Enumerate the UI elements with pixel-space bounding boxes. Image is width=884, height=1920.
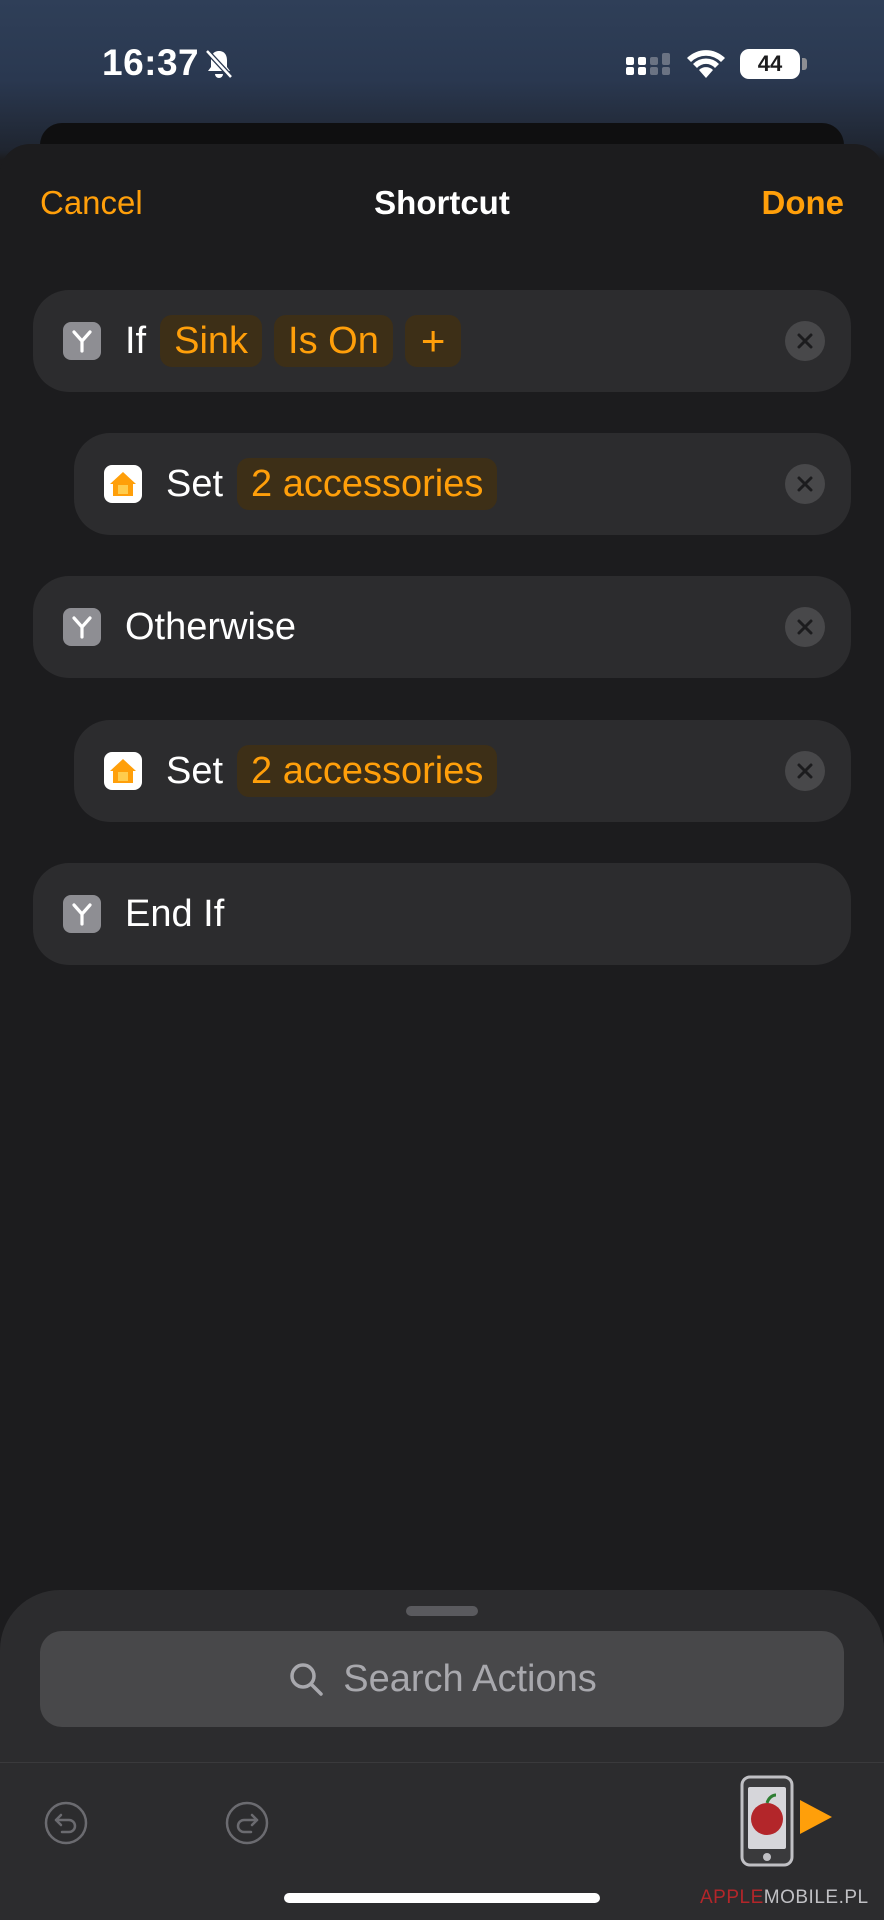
battery-icon: 44 [740,49,800,79]
action-set-1[interactable]: Set 2 accessories [74,433,851,535]
condition-token[interactable]: Is On [274,315,393,367]
wifi-icon [687,50,725,78]
watermark-part-2: MOBILE.PL [763,1887,869,1908]
close-icon [797,333,813,349]
home-icon [104,465,142,503]
search-placeholder: Search Actions [343,1657,597,1700]
status-bar: 16:37 44 [0,0,884,130]
add-condition-button[interactable]: + [404,315,462,367]
close-icon [797,619,813,635]
actions-panel: Search Actions APPLEMOBILE.PL [0,1590,884,1920]
home-icon [104,752,142,790]
panel-grabber[interactable] [406,1606,478,1616]
close-icon [797,763,813,779]
action-word: Set [166,749,224,792]
action-word: Otherwise [125,605,297,648]
accessories-token[interactable]: 2 accessories [237,458,498,510]
bell-slash-icon [205,49,233,79]
close-icon [797,476,813,492]
scripting-icon [63,608,101,646]
battery-cap [802,58,807,70]
screen: 16:37 44 Cancel Shortcut Done If Sink Is… [0,0,884,1920]
play-icon[interactable] [797,1797,835,1837]
remove-action-button[interactable] [785,607,825,647]
watermark-text: APPLEMOBILE.PL [700,1887,869,1909]
cellular-signal-icon [626,53,670,75]
done-button[interactable]: Done [762,184,845,222]
scripting-icon [63,322,101,360]
page-title: Shortcut [374,184,510,221]
home-indicator[interactable] [284,1893,600,1903]
remove-action-button[interactable] [785,321,825,361]
remove-action-button[interactable] [785,751,825,791]
variable-token[interactable]: Sink [160,315,263,367]
action-set-2[interactable]: Set 2 accessories [74,720,851,822]
action-word: End If [125,892,225,935]
scripting-icon [63,895,101,933]
status-time: 16:37 [102,42,200,83]
remove-action-button[interactable] [785,464,825,504]
action-word: Set [166,462,224,505]
battery-level: 44 [757,51,783,76]
search-field[interactable]: Search Actions [40,1631,844,1727]
action-if[interactable]: If Sink Is On + [33,290,851,392]
search-icon [290,1663,323,1696]
undo-icon[interactable] [44,1801,88,1845]
action-otherwise[interactable]: Otherwise [33,576,851,678]
redo-icon[interactable] [225,1801,269,1845]
accessories-token[interactable]: 2 accessories [237,745,498,797]
watermark-part-1: APPLE [700,1887,764,1908]
action-word: If [125,319,147,362]
action-end-if[interactable]: End If [33,863,851,965]
